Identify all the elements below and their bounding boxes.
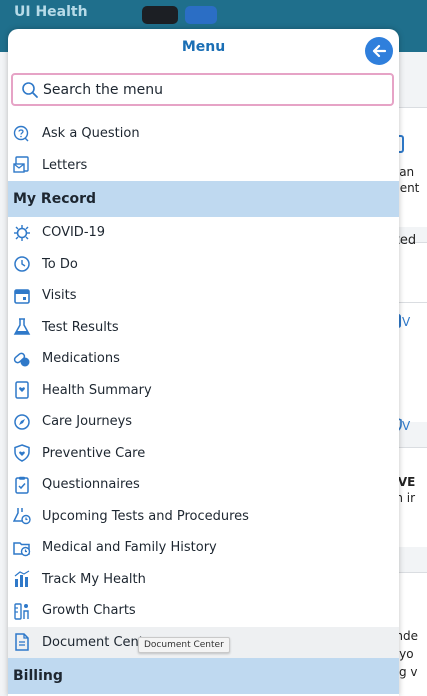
menu-item-label: Preventive Care [42,445,146,461]
menu-item-health-summary[interactable]: Health Summary [8,375,399,407]
menu-item-visits[interactable]: Visits [8,280,399,312]
menu-item-preventive-care[interactable]: Preventive Care [8,438,399,470]
menu-item-label: To Do [42,256,78,272]
menu-title: Menu [181,39,226,55]
menu-item-to-do[interactable]: To Do [8,249,399,281]
menu-item-growth-charts[interactable]: Growth Charts [8,595,399,627]
section-label: My Record [13,191,97,207]
section-label: Billing [13,668,63,684]
menu-item-label: Test Results [42,319,119,335]
document-icon [15,633,29,651]
clock-icon [14,256,30,272]
search-input[interactable]: Search the menu [11,73,394,106]
menu-item-label: Visits [42,288,77,304]
menu-item-label: Questionnaires [42,477,140,493]
menu-item-questionnaires[interactable]: Questionnaires [8,469,399,501]
menu-item-care-journeys[interactable]: Care Journeys [8,406,399,438]
search-placeholder: Search the menu [43,82,163,98]
shield-heart-icon [14,444,30,463]
menu-item-label: Health Summary [42,382,152,398]
heart-note-icon [15,381,29,399]
section-header-my-record: My Record [8,181,399,217]
menu-item-medications[interactable]: Medications [8,343,399,375]
header-control [142,6,178,24]
menu-item-track-my-health[interactable]: Track My Health [8,564,399,596]
menu-item-label: Track My Health [42,571,146,587]
menu-item-label: Growth Charts [42,603,136,619]
growth-chart-icon [14,603,29,620]
menu-item-label: COVID-19 [42,225,106,241]
menu-item-label: Medical and Family History [42,540,217,556]
background-text: V [402,419,411,433]
section-header-billing: Billing [8,658,399,694]
app-title: UI Health [14,4,88,20]
menu-item-label: Ask a Question [42,126,140,142]
search-icon [22,82,38,98]
menu-panel: Menu Search the menu Ask a Question Lett… [8,29,399,696]
menu-item-covid-19[interactable]: COVID-19 [8,217,399,249]
virus-icon [14,224,30,241]
question-bubble-icon [13,125,29,142]
menu-list: Ask a Question Letters My Record COVID-1… [8,118,399,694]
pills-icon [13,352,30,367]
checklist-icon [15,476,29,494]
folder-clock-icon [13,542,31,556]
flask-clock-icon [13,508,31,525]
calendar-icon [14,288,30,304]
chart-bars-icon [14,570,30,588]
menu-item-test-results[interactable]: Test Results [8,312,399,344]
menu-item-upcoming-tests-and-procedures[interactable]: Upcoming Tests and Procedures [8,501,399,533]
menu-item-letters[interactable]: Letters [8,150,399,182]
compass-icon [14,414,30,430]
tooltip: Document Center [138,637,230,653]
menu-item-label: Care Journeys [42,414,133,430]
menu-item-medical-and-family-history[interactable]: Medical and Family History [8,532,399,564]
menu-item-label: Letters [42,157,88,173]
flask-icon [13,318,31,335]
letters-icon [13,156,29,173]
back-button[interactable] [365,37,393,65]
arrow-left-icon [372,44,387,58]
menu-item-label: Upcoming Tests and Procedures [42,508,249,524]
background-text: V [402,315,411,329]
menu-item-ask-a-question[interactable]: Ask a Question [8,118,399,150]
menu-item-label: Medications [42,351,120,367]
header-control [185,6,217,24]
